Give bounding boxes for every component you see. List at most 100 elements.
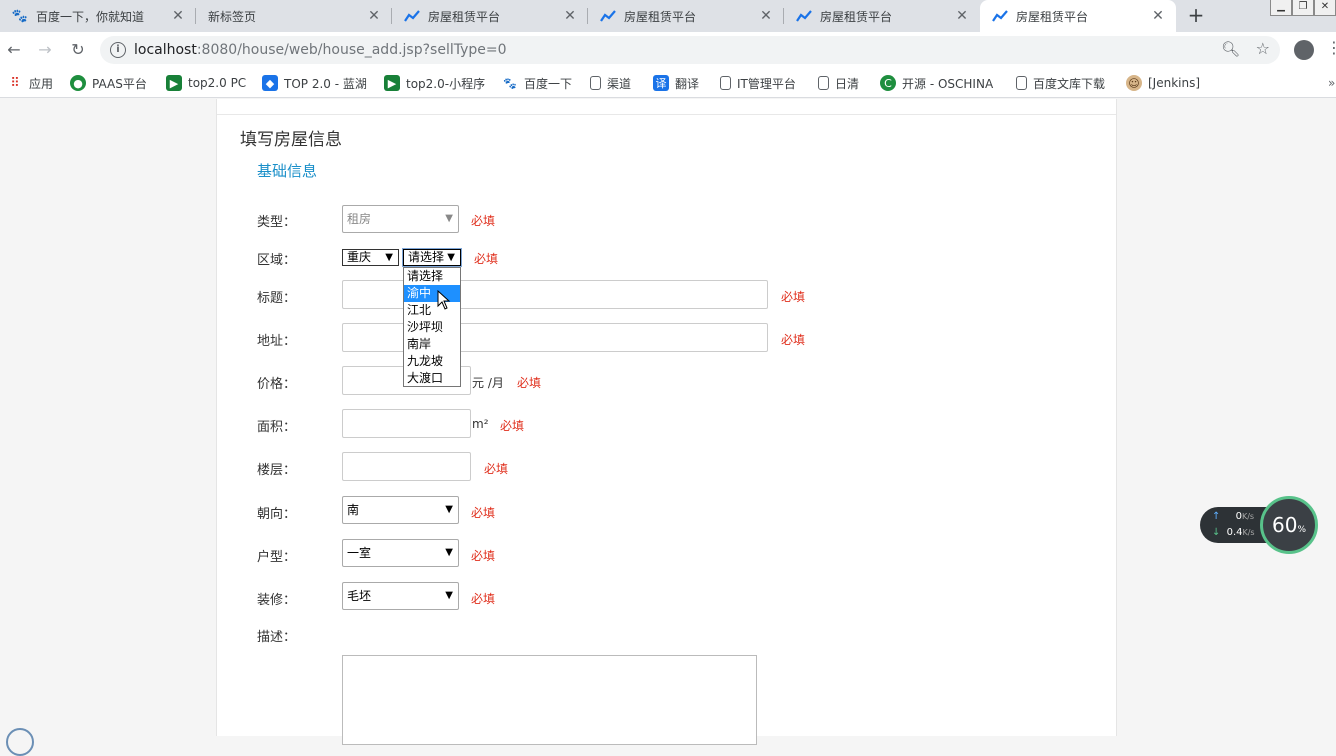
dropdown-option[interactable]: 南岸 xyxy=(404,336,460,353)
district-select-value: 请选择 xyxy=(408,250,445,264)
layout-select[interactable]: 一室 ▼ xyxy=(342,539,459,567)
bookmark-jenkins[interactable]: ☺ [Jenkins] xyxy=(1126,74,1200,92)
bookmark-baidu[interactable]: 🐾 百度一下 xyxy=(502,74,572,92)
info-icon[interactable]: i xyxy=(110,42,126,58)
restore-button[interactable]: ❐ xyxy=(1292,0,1314,16)
chart-trend-icon xyxy=(992,8,1008,24)
url-path: :8080/house/web/house_add.jsp?sellType=0 xyxy=(196,42,507,58)
close-icon[interactable]: ✕ xyxy=(562,8,578,24)
paas-icon: ● xyxy=(70,75,86,91)
required-mark: 必填 xyxy=(471,592,496,606)
bookmark-label: 日清 xyxy=(835,76,860,91)
window-close-button[interactable]: ✕ xyxy=(1314,0,1336,16)
bookmark-oschina[interactable]: C 开源 - OSCHINA xyxy=(880,74,993,92)
dropdown-option[interactable]: 沙坪坝 xyxy=(404,319,460,336)
chart-trend-icon xyxy=(404,8,420,24)
new-tab-button[interactable]: + xyxy=(1184,4,1208,28)
close-icon[interactable]: ✕ xyxy=(954,8,970,24)
city-select[interactable]: 重庆 ▼ xyxy=(342,249,399,266)
bookmark-translate[interactable]: 译 翻译 xyxy=(653,74,699,92)
close-icon[interactable]: ✕ xyxy=(366,8,382,24)
dropdown-option[interactable]: 请选择 xyxy=(404,268,460,285)
bookmark-top2-mini[interactable]: ▶ top2.0-小程序 xyxy=(384,74,485,92)
page-icon xyxy=(1016,76,1027,90)
bookmark-star-icon[interactable]: ☆ xyxy=(1256,39,1270,58)
required-mark: 必填 xyxy=(471,214,496,228)
close-icon[interactable]: ✕ xyxy=(1150,8,1166,24)
bookmark-label: 百度文库下载 xyxy=(1033,76,1106,91)
district-dropdown-list[interactable]: 请选择 渝中 江北 沙坪坝 南岸 九龙坡 大渡口 xyxy=(403,267,461,387)
bookmark-label: 翻译 xyxy=(675,76,700,91)
profile-avatar-icon[interactable] xyxy=(1294,40,1314,60)
close-icon[interactable]: ✕ xyxy=(170,8,186,24)
region-label: 区域： xyxy=(257,253,297,268)
bookmark-label: IT管理平台 xyxy=(737,76,796,91)
translate-icon: 译 xyxy=(653,75,669,91)
tab-title: 房屋租赁平台 xyxy=(820,9,893,24)
forward-button[interactable]: → xyxy=(33,38,57,62)
reload-button[interactable]: ↻ xyxy=(66,38,90,62)
tab-house-3[interactable]: 房屋租赁平台 ✕ xyxy=(784,0,980,32)
tab-house-1[interactable]: 房屋租赁平台 ✕ xyxy=(392,0,588,32)
url-text[interactable]: localhost:8080/house/web/house_add.jsp?s… xyxy=(134,42,507,58)
address-bar[interactable]: i localhost:8080/house/web/house_add.jsp… xyxy=(100,36,1280,64)
bookmark-wenku[interactable]: 百度文库下载 xyxy=(1016,74,1105,92)
form-panel: 填写房屋信息 基础信息 类型： 租房 ▼ 必填 区域： 重庆 ▼ 请选择 ▼ 必… xyxy=(216,99,1117,745)
description-textarea[interactable] xyxy=(342,655,757,745)
download-speed: ↓ 0.4K/s xyxy=(1212,527,1255,538)
tab-title: 房屋租赁平台 xyxy=(624,9,697,24)
baidu-paw-icon: 🐾 xyxy=(503,76,517,90)
orientation-select-value: 南 xyxy=(347,503,360,517)
bookmark-lanhu[interactable]: ◆ TOP 2.0 - 蓝湖 xyxy=(262,74,367,92)
play-icon: ▶ xyxy=(384,75,400,91)
play-icon: ▶ xyxy=(166,75,182,91)
tab-new[interactable]: 新标签页 ✕ xyxy=(196,0,392,32)
bookmark-paas[interactable]: ● PAAS平台 xyxy=(70,74,147,92)
required-mark: 必填 xyxy=(471,549,496,563)
type-label: 类型： xyxy=(257,215,297,230)
tab-house-2[interactable]: 房屋租赁平台 ✕ xyxy=(588,0,784,32)
bookmark-label: [Jenkins] xyxy=(1148,76,1201,90)
minimize-button[interactable]: ▁ xyxy=(1270,0,1292,16)
bookmark-riqing[interactable]: 日清 xyxy=(818,74,859,92)
orientation-select[interactable]: 南 ▼ xyxy=(342,496,459,524)
section-title: 基础信息 xyxy=(257,162,318,180)
menu-kebab-icon[interactable]: ⋮ xyxy=(1326,38,1336,57)
decoration-label: 装修： xyxy=(257,593,297,608)
tab-house-active[interactable]: 房屋租赁平台 ✕ xyxy=(980,0,1176,32)
arrow-left-icon: ← xyxy=(7,40,21,59)
bookmark-apps[interactable]: ⠿ 应用 xyxy=(7,74,53,92)
area-input[interactable] xyxy=(342,409,471,438)
tab-baidu[interactable]: 🐾 百度一下，你就知道 ✕ xyxy=(0,0,196,32)
back-button[interactable]: ← xyxy=(2,38,26,62)
required-mark: 必填 xyxy=(500,419,525,433)
url-host: localhost xyxy=(134,42,197,58)
type-select-value: 租房 xyxy=(347,212,372,226)
close-icon[interactable]: ✕ xyxy=(758,8,774,24)
bookmark-label: 百度一下 xyxy=(524,76,573,91)
zoom-icon[interactable]: 🔍︎ xyxy=(1221,40,1240,58)
required-mark: 必填 xyxy=(781,333,806,347)
tab-title: 房屋租赁平台 xyxy=(1016,9,1089,24)
district-select[interactable]: 请选择 ▼ xyxy=(402,248,462,267)
dropdown-option[interactable]: 九龙坡 xyxy=(404,353,460,370)
chevron-down-icon: ▼ xyxy=(385,252,393,263)
floor-input[interactable] xyxy=(342,452,471,481)
decoration-select[interactable]: 毛坯 ▼ xyxy=(342,582,459,610)
network-speed-widget[interactable]: ↑ 0K/s ↓ 0.4K/s 60% xyxy=(1200,496,1320,554)
type-select[interactable]: 租房 ▼ xyxy=(342,205,459,233)
upload-speed: ↑ 0K/s xyxy=(1212,511,1254,522)
decoration-select-value: 毛坯 xyxy=(347,589,372,603)
required-mark: 必填 xyxy=(781,290,806,304)
dropdown-option[interactable]: 江北 xyxy=(404,302,460,319)
dropdown-option[interactable]: 大渡口 xyxy=(404,370,460,387)
bookmark-it[interactable]: IT管理平台 xyxy=(720,74,796,92)
bookmarks-overflow-icon[interactable]: » xyxy=(1328,74,1335,92)
orientation-label: 朝向： xyxy=(257,507,297,522)
bookmark-channel[interactable]: 渠道 xyxy=(590,74,631,92)
dropdown-option-highlighted[interactable]: 渝中 xyxy=(404,285,460,302)
bookmark-top2-pc[interactable]: ▶ top2.0 PC xyxy=(166,74,246,92)
corner-badge-icon xyxy=(6,728,34,756)
chevron-down-icon: ▼ xyxy=(445,590,453,601)
bookmarks-bar: ⠿ 应用 ● PAAS平台 ▶ top2.0 PC ◆ TOP 2.0 - 蓝湖… xyxy=(0,68,1336,98)
